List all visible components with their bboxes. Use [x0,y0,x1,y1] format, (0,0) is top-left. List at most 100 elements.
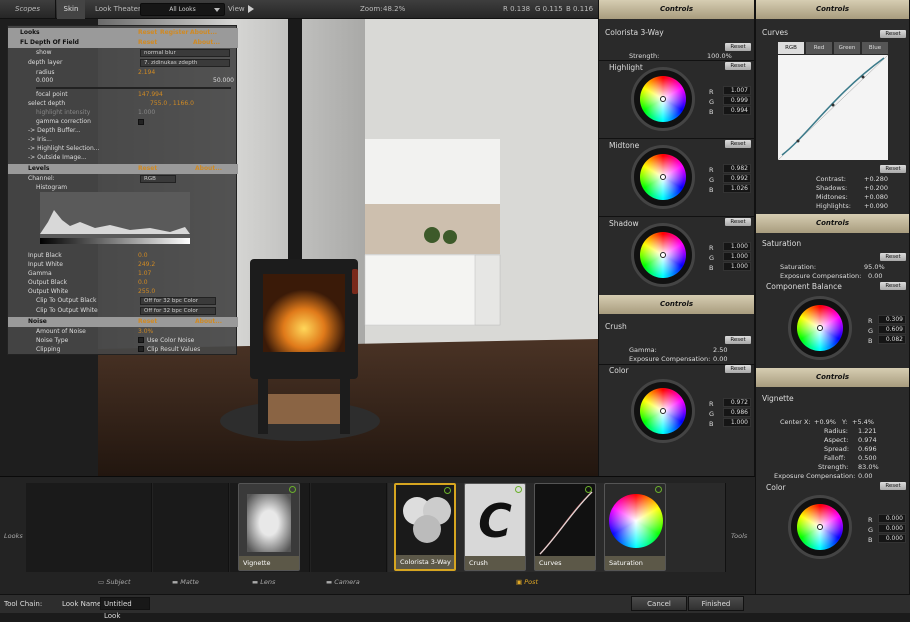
finished-button[interactable]: Finished [688,596,744,611]
saturation-reset-button[interactable]: Reset [880,253,906,261]
shadows-value[interactable]: +0.200 [864,184,888,192]
levels-reset-link[interactable]: Reset [138,164,157,174]
midtone-reset-button[interactable]: Reset [725,140,751,148]
midtone-color-wheel[interactable] [631,145,695,209]
crush-color-reset-button[interactable]: Reset [725,365,751,373]
midtone-b-field[interactable]: 1.026 [723,184,751,193]
lens-label[interactable]: ▬ Lens [252,578,275,586]
curves-reset-button[interactable]: Reset [880,30,906,38]
levels-about-link[interactable]: About... [195,164,222,174]
looks-reset-link[interactable]: Reset [138,28,157,38]
crush-exposure-value[interactable]: 0.00 [713,355,727,363]
highlights-value[interactable]: +0.090 [864,202,888,210]
noise-reset-link[interactable]: Reset [138,317,157,327]
highlight-b-field[interactable]: 0.994 [723,106,751,115]
power-icon[interactable] [585,486,592,493]
vignette-b-field[interactable]: 0.000 [878,534,906,543]
falloff-value[interactable]: 0.500 [858,454,877,462]
colorista-reset-button[interactable]: Reset [725,43,751,51]
vignette-radius-value[interactable]: 1.221 [858,427,877,435]
matte-slot[interactable] [153,483,229,572]
vignette-color-wheel[interactable] [788,495,852,559]
power-icon[interactable] [515,486,522,493]
curves-tab-rgb[interactable]: RGB [778,42,804,54]
histogram-graph[interactable] [40,192,190,244]
looks-register-link[interactable]: Register [160,28,189,38]
camera-label[interactable]: ▬ Camera [326,578,360,586]
show-select[interactable]: normal blur [140,49,230,57]
outside-image-row[interactable]: -> Outside Image... [8,153,238,163]
crush-b-field[interactable]: 1.000 [723,418,751,427]
crush-reset-button[interactable]: Reset [725,336,751,344]
highlight-color-wheel[interactable] [631,67,695,131]
camera-slot[interactable] [311,483,387,572]
curves-tool-thumb[interactable]: Curves [534,483,596,571]
saturation-tool-thumb[interactable]: Saturation [604,483,666,571]
wheel-handle[interactable] [660,408,666,414]
highlight-reset-button[interactable]: Reset [725,62,751,70]
clipping-checkbox[interactable]: Clip Result Values [138,345,200,355]
looks-about-link[interactable]: About... [190,28,217,38]
center-x-value[interactable]: +0.9% [814,418,836,426]
highlight-g-field[interactable]: 0.999 [723,96,751,105]
saturation-value[interactable]: 95.0% [864,263,885,271]
crush-r-field[interactable]: 0.972 [723,398,751,407]
colorista-tool-thumb[interactable]: Colorista 3-Way [394,483,456,571]
play-icon[interactable] [248,5,254,13]
crush-tool-thumb[interactable]: C Crush [464,483,526,571]
vignette-g-field[interactable]: 0.000 [878,524,906,533]
skin-tab[interactable]: Skin [57,0,85,19]
curves-tab-red[interactable]: Red [806,42,832,54]
crush-gamma-value[interactable]: 2.50 [713,346,727,354]
curves-tab-blue[interactable]: Blue [862,42,888,54]
balance-b-field[interactable]: 0.082 [878,335,906,344]
vignette-r-field[interactable]: 0.000 [878,514,906,523]
dof-reset-link[interactable]: Reset [138,38,157,48]
midtone-g-field[interactable]: 0.992 [723,174,751,183]
midtone-r-field[interactable]: 0.982 [723,164,751,173]
balance-g-field[interactable]: 0.609 [878,325,906,334]
aspect-value[interactable]: 0.974 [858,436,877,444]
noise-about-link[interactable]: About... [195,317,222,327]
shadow-color-wheel[interactable] [631,223,695,287]
wheel-handle[interactable] [660,96,666,102]
shadow-g-field[interactable]: 1.000 [723,252,751,261]
crush-g-field[interactable]: 0.986 [723,408,751,417]
spread-value[interactable]: 0.696 [858,445,877,453]
channel-select[interactable]: RGB [140,175,176,183]
clip-black-select[interactable]: Off for 32 bpc Color [140,297,216,305]
shadow-b-field[interactable]: 1.000 [723,262,751,271]
vignette-strength-value[interactable]: 83.0% [858,463,879,471]
curves-tab-green[interactable]: Green [834,42,860,54]
component-balance-reset-button[interactable]: Reset [880,282,906,290]
clip-white-select[interactable]: Off for 32 bpc Color [140,307,216,315]
radius-slider[interactable] [36,87,231,89]
highlight-r-field[interactable]: 1.007 [723,86,751,95]
saturation-exposure-value[interactable]: 0.00 [868,272,882,280]
power-icon[interactable] [444,487,451,494]
dof-about-link[interactable]: About... [193,38,220,48]
look-name-input[interactable]: Untitled Look [100,597,150,620]
gamma-correction-checkbox[interactable] [138,119,144,125]
balance-r-field[interactable]: 0.309 [878,315,906,324]
wheel-handle[interactable] [660,174,666,180]
vignette-tool-thumb[interactable]: Vignette [238,483,300,571]
midtones-value[interactable]: +0.080 [864,193,888,201]
component-balance-wheel[interactable] [788,296,852,360]
wheel-handle[interactable] [817,325,823,331]
shadow-r-field[interactable]: 1.000 [723,242,751,251]
scopes-tab[interactable]: Scopes [0,0,56,19]
strength-value[interactable]: 100.0% [707,52,732,60]
look-theater-dropdown[interactable]: All Looks [140,3,225,16]
vignette-exposure-value[interactable]: 0.00 [858,472,872,480]
depth-layer-select[interactable]: 7. zidinukas zdepth [140,59,230,67]
cancel-button[interactable]: Cancel [631,596,687,611]
curves-values-reset-button[interactable]: Reset [880,165,906,173]
wheel-handle[interactable] [660,252,666,258]
center-y-value[interactable]: +5.4% [852,418,874,426]
power-icon[interactable] [289,486,296,493]
power-icon[interactable] [655,486,662,493]
subject-label[interactable]: ▭ Subject [98,578,131,586]
vignette-color-reset-button[interactable]: Reset [880,482,906,490]
matte-label[interactable]: ▬ Matte [172,578,199,586]
